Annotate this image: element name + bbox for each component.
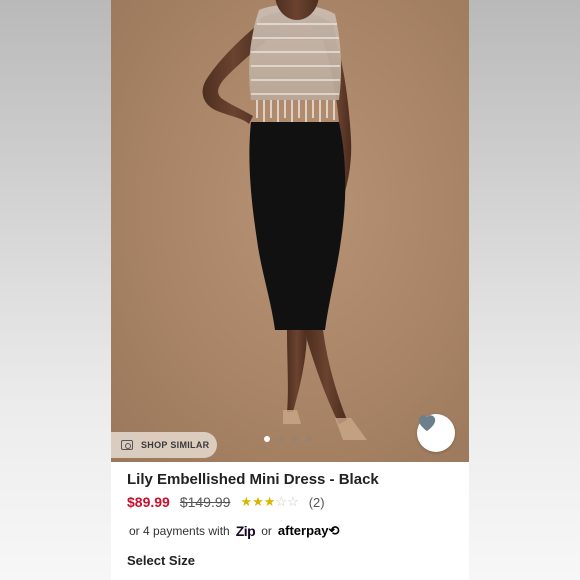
pagination-dot[interactable] (292, 436, 298, 442)
heart-icon (418, 415, 436, 432)
original-price: $149.99 (179, 494, 231, 510)
rating-stars[interactable]: ★★★☆☆ (240, 494, 298, 510)
favorite-button[interactable] (417, 414, 455, 452)
afterpay-icon: ⟲ (328, 523, 340, 538)
afterpay-label: afterpay (277, 523, 329, 538)
camera-icon (121, 440, 133, 450)
pagination-dot[interactable] (264, 436, 270, 442)
zip-logo[interactable]: Zip (236, 523, 256, 539)
installment-text: or 4 payments with (129, 524, 230, 538)
product-title: Lily Embellished Mini Dress - Black (127, 471, 379, 488)
star-icon: ★ (252, 494, 264, 509)
review-count[interactable]: (2) (309, 495, 325, 510)
afterpay-logo[interactable]: afterpay⟲ (278, 523, 339, 539)
star-icon: ☆ (275, 494, 288, 509)
installment-row: or 4 payments with Zip or afterpay⟲ (129, 523, 339, 539)
or-text: or (261, 524, 272, 538)
star-icon: ★ (263, 494, 276, 509)
pagination-dot[interactable] (306, 436, 312, 442)
pagination-dot[interactable] (278, 436, 284, 442)
shop-similar-button[interactable]: SHOP SIMILAR (111, 432, 217, 458)
product-image[interactable]: SHOP SIMILAR (111, 0, 469, 462)
product-screen: SHOP SIMILAR Lily Embellished Mini Dress… (111, 0, 469, 580)
price-row: $89.99 $149.99 ★★★☆☆ (2) (127, 494, 325, 510)
select-size-heading: Select Size (127, 553, 195, 568)
shop-similar-label: SHOP SIMILAR (141, 440, 210, 450)
gallery-pagination (264, 436, 312, 442)
background-left (0, 0, 111, 580)
sale-price: $89.99 (127, 494, 170, 510)
background-right (469, 0, 580, 580)
model-illustration (202, 0, 367, 440)
star-icon: ★ (240, 494, 253, 509)
star-icon: ☆ (287, 494, 299, 509)
